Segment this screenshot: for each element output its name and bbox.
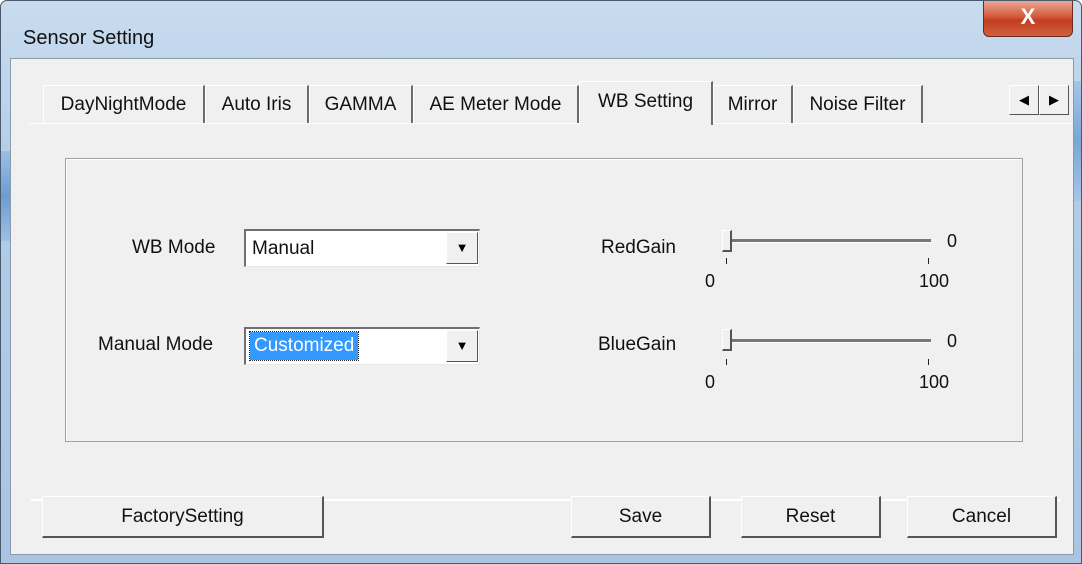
- tab-daynightmode[interactable]: DayNightMode: [43, 85, 205, 123]
- blue-gain-slider-track[interactable]: [723, 339, 931, 343]
- manual-mode-dropdown-button[interactable]: ▼: [446, 330, 478, 362]
- triangle-left-icon: ◀: [1019, 92, 1029, 107]
- wb-mode-dropdown-button[interactable]: ▼: [446, 232, 478, 264]
- red-gain-slider-thumb[interactable]: [722, 230, 732, 252]
- cancel-button[interactable]: Cancel: [907, 496, 1057, 538]
- blue-gain-value: 0: [947, 331, 958, 351]
- manual-mode-select[interactable]: Customized ▼: [244, 327, 480, 365]
- close-icon: X: [1020, 4, 1036, 29]
- wb-mode-value: Manual: [252, 238, 315, 259]
- tab-auto-iris[interactable]: Auto Iris: [205, 85, 309, 123]
- red-gain-tick-min: [726, 258, 727, 264]
- blue-gain-tick-min: [726, 359, 727, 365]
- blue-gain-label: BlueGain: [598, 334, 677, 355]
- chevron-down-icon: ▼: [455, 338, 469, 353]
- red-gain-label: RedGain: [601, 237, 676, 258]
- red-gain-tick-max: [928, 258, 929, 264]
- tab-mirror[interactable]: Mirror: [713, 85, 793, 123]
- manual-mode-value: Customized: [248, 331, 360, 361]
- tab-scroll-left-button[interactable]: ◀: [1009, 85, 1039, 115]
- tab-strip-edge: [29, 123, 1071, 124]
- red-gain-value: 0: [947, 231, 958, 251]
- close-button[interactable]: X: [983, 1, 1073, 37]
- manual-mode-label: Manual Mode: [98, 334, 214, 355]
- save-button[interactable]: Save: [571, 496, 711, 538]
- blue-gain-max-label: 100: [919, 372, 950, 392]
- reset-button[interactable]: Reset: [741, 496, 881, 538]
- red-gain-max-label: 100: [919, 271, 950, 291]
- frame-highlight-right: [1073, 81, 1081, 201]
- red-gain-slider-track[interactable]: [723, 239, 931, 243]
- sensor-setting-window: Sensor Setting X DayNightMode Auto Iris …: [0, 0, 1082, 564]
- tab-wb-setting[interactable]: WB Setting: [579, 81, 713, 125]
- blue-gain-min-label: 0: [705, 372, 716, 392]
- blue-gain-slider-thumb[interactable]: [722, 329, 732, 351]
- triangle-right-icon: ▶: [1049, 92, 1059, 107]
- wb-settings-group: [65, 158, 1023, 442]
- tab-noise-filter[interactable]: Noise Filter: [793, 85, 923, 123]
- factory-setting-button[interactable]: FactorySetting: [42, 496, 324, 538]
- red-gain-min-label: 0: [705, 271, 716, 291]
- wb-mode-label: WB Mode: [132, 237, 216, 258]
- window-title: Sensor Setting: [23, 27, 155, 49]
- tab-scroll-buttons: ◀ ▶: [1009, 85, 1069, 115]
- blue-gain-tick-max: [928, 359, 929, 365]
- wb-mode-select[interactable]: Manual ▼: [244, 229, 480, 267]
- tab-scroll-right-button[interactable]: ▶: [1039, 85, 1069, 115]
- tab-ae-meter-mode[interactable]: AE Meter Mode: [413, 85, 579, 123]
- chevron-down-icon: ▼: [455, 240, 469, 255]
- tab-gamma[interactable]: GAMMA: [309, 85, 413, 123]
